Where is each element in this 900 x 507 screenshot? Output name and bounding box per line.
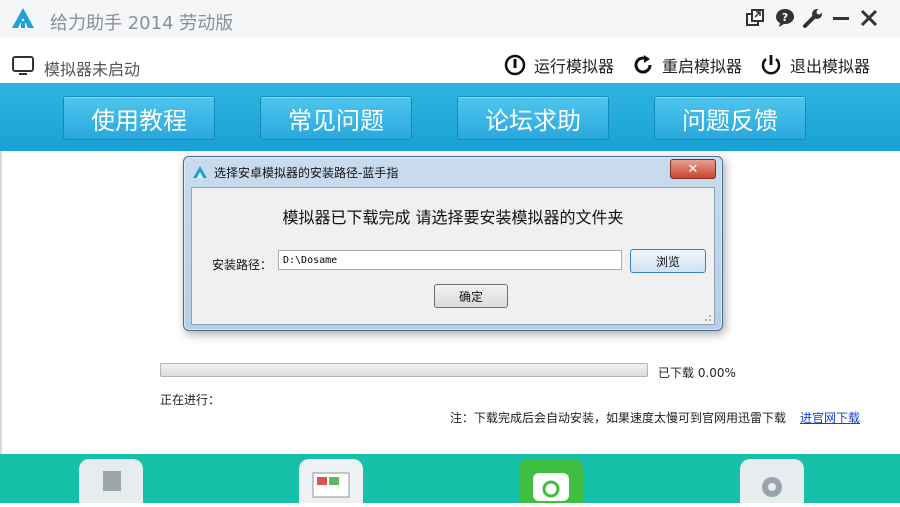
minimize-icon[interactable] xyxy=(829,6,853,30)
left-divider xyxy=(0,151,2,456)
exit-simulator-label: 退出模拟器 xyxy=(790,57,871,76)
tool-tile-1[interactable] xyxy=(79,459,143,503)
monitor-icon xyxy=(12,56,34,75)
tool-tile-3-icon xyxy=(533,473,569,501)
dialog-body: 模拟器已下载完成 请选择要安装模拟器的文件夹 安装路径： 浏览 确定 xyxy=(191,187,715,325)
dialog-message: 模拟器已下载完成 请选择要安装模拟器的文件夹 xyxy=(282,208,624,227)
nav-feedback-button[interactable]: 问题反馈 xyxy=(654,96,806,140)
feedback-icon[interactable]: ? xyxy=(773,6,797,30)
app-title: 给力助手 2014 劳动版 xyxy=(50,13,234,34)
tool-tile-2-icon xyxy=(312,472,350,498)
tool-tile-1-icon xyxy=(103,471,121,491)
restart-simulator-label: 重启模拟器 xyxy=(662,57,743,76)
tool-tile-4[interactable] xyxy=(740,459,804,503)
nav-forum-help-button[interactable]: 论坛求助 xyxy=(457,96,609,140)
downloaded-percent-text: 已下载 0.00% xyxy=(658,366,736,380)
close-icon: ✕ xyxy=(687,161,699,177)
exit-simulator-button[interactable]: 退出模拟器 xyxy=(760,53,870,77)
browse-button[interactable]: 浏览 xyxy=(630,249,706,273)
resize-grip-icon[interactable] xyxy=(702,312,712,322)
simulator-control-bar: 模拟器未启动 运行模拟器 重启模拟器 退出模拟器 xyxy=(0,45,900,83)
nav-faq-button[interactable]: 常见问题 xyxy=(260,96,412,140)
tool-tile-2[interactable] xyxy=(299,459,363,503)
restart-simulator-button[interactable]: 重启模拟器 xyxy=(632,53,742,77)
power-icon xyxy=(761,55,781,75)
nav-band: 使用教程 常见问题 论坛求助 问题反馈 xyxy=(0,83,900,151)
restart-icon xyxy=(634,55,652,74)
download-progress-bar xyxy=(160,363,648,377)
settings-wrench-icon[interactable] xyxy=(801,6,825,30)
app-logo-icon xyxy=(12,8,34,28)
svg-text:?: ? xyxy=(782,11,788,24)
official-site-download-link[interactable]: 进官网下载 xyxy=(800,409,860,426)
run-icon xyxy=(504,54,526,76)
dialog-title: 选择安卓模拟器的安装路径-蓝手指 xyxy=(214,166,399,180)
install-path-input[interactable] xyxy=(278,250,622,270)
tool-tile-4-icon xyxy=(762,477,782,497)
dialog-logo-icon xyxy=(193,166,207,178)
download-note: 注：下载完成后会自动安装，如果速度太慢可到官网用迅雷下载 xyxy=(450,411,787,425)
simulator-status-text: 模拟器未启动 xyxy=(44,60,141,79)
bottom-toolbar xyxy=(0,454,900,503)
ongoing-label: 正在进行： xyxy=(160,393,221,407)
dialog-close-button[interactable]: ✕ xyxy=(670,159,716,179)
run-simulator-button[interactable]: 运行模拟器 xyxy=(504,53,614,77)
tool-tile-3[interactable] xyxy=(519,459,583,503)
close-icon[interactable] xyxy=(857,6,881,30)
title-bar: 给力助手 2014 劳动版 ? xyxy=(0,0,900,38)
install-path-dialog: 选择安卓模拟器的安装路径-蓝手指 ✕ 模拟器已下载完成 请选择要安装模拟器的文件… xyxy=(183,156,723,331)
confirm-button[interactable]: 确定 xyxy=(434,284,508,308)
run-simulator-label: 运行模拟器 xyxy=(534,57,615,76)
install-path-label: 安装路径： xyxy=(212,258,273,272)
nav-tutorial-button[interactable]: 使用教程 xyxy=(63,96,215,140)
restore-icon[interactable] xyxy=(743,6,767,30)
